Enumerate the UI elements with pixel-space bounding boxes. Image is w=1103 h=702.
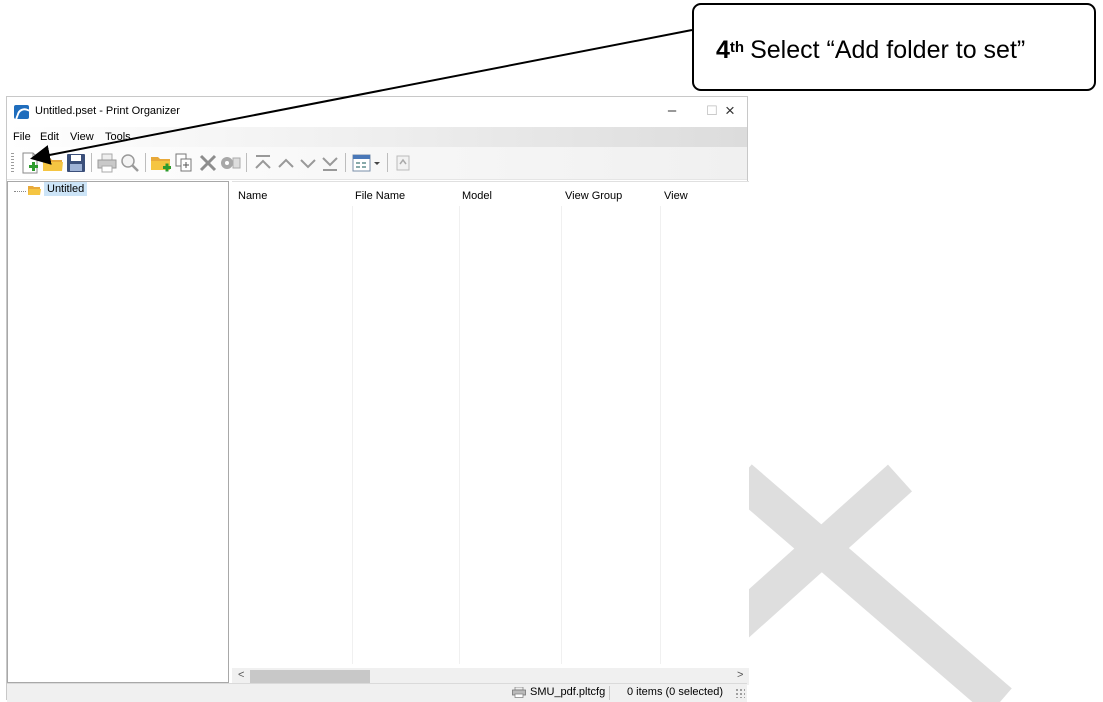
- toolbar-separator: [246, 153, 247, 172]
- move-up-icon[interactable]: [275, 152, 297, 174]
- instruction-callout: 4th Select “Add folder to set”: [692, 3, 1096, 91]
- delete-icon[interactable]: [197, 152, 219, 174]
- toolbar-separator: [387, 153, 388, 172]
- column-file-name[interactable]: File Name: [355, 190, 405, 202]
- new-set-icon[interactable]: [19, 152, 41, 174]
- open-icon[interactable]: [42, 152, 64, 174]
- print-organizer-window: Untitled.pset - Print Organizer – ☐ × Fi…: [6, 96, 749, 702]
- close-button[interactable]: ×: [715, 101, 745, 121]
- scroll-right-button[interactable]: >: [737, 669, 743, 681]
- printer-icon: [512, 687, 526, 698]
- menu-file[interactable]: File: [13, 131, 31, 143]
- menu-view[interactable]: View: [70, 131, 94, 143]
- toolbar-separator: [345, 153, 346, 172]
- column-divider: [459, 206, 460, 664]
- display-options-icon[interactable]: [351, 152, 383, 174]
- resize-grip[interactable]: [735, 688, 745, 698]
- menu-edit[interactable]: Edit: [40, 131, 59, 143]
- print-config-label: SMU_pdf.pltcfg: [530, 686, 606, 698]
- column-model[interactable]: Model: [462, 190, 492, 202]
- menu-bar: File Edit View Tools: [7, 127, 747, 147]
- scroll-left-button[interactable]: <: [238, 669, 244, 681]
- preview-icon[interactable]: [119, 152, 141, 174]
- minimize-button[interactable]: –: [657, 101, 687, 121]
- toolbar-grip[interactable]: [11, 153, 14, 173]
- title-bar: Untitled.pset - Print Organizer – ☐ ×: [7, 97, 747, 127]
- add-files-icon[interactable]: [173, 152, 195, 174]
- callout-step-number: 4: [716, 35, 730, 64]
- tree-connector: [14, 191, 26, 192]
- properties-icon[interactable]: [219, 152, 241, 174]
- tree-pane: Untitled: [7, 181, 229, 683]
- column-divider: [352, 206, 353, 664]
- status-items-count: 0 items (0 selected): [627, 686, 723, 698]
- save-icon[interactable]: [65, 152, 87, 174]
- folder-icon: [28, 186, 41, 195]
- add-folder-icon[interactable]: [150, 152, 172, 174]
- toolbar-separator: [91, 153, 92, 172]
- status-print-config[interactable]: SMU_pdf.pltcfg: [510, 686, 611, 700]
- column-name[interactable]: Name: [238, 190, 267, 202]
- export-icon[interactable]: [392, 152, 414, 174]
- callout-text: Select “Add folder to set”: [750, 35, 1026, 64]
- callout-step-suffix: th: [729, 38, 745, 56]
- window-title: Untitled.pset - Print Organizer: [35, 105, 180, 117]
- menu-tools[interactable]: Tools: [105, 131, 131, 143]
- tree-item-untitled[interactable]: Untitled: [44, 182, 88, 196]
- column-view[interactable]: View: [664, 190, 688, 202]
- column-divider: [561, 206, 562, 664]
- toolbar: [7, 147, 747, 180]
- scroll-thumb[interactable]: [250, 670, 370, 683]
- move-top-icon[interactable]: [252, 152, 274, 174]
- move-bottom-icon[interactable]: [319, 152, 341, 174]
- list-pane: Name File Name Model View Group View < >: [232, 181, 749, 702]
- status-bar: SMU_pdf.pltcfg 0 items (0 selected): [7, 683, 747, 702]
- app-icon: [14, 105, 29, 119]
- print-icon[interactable]: [96, 152, 118, 174]
- column-divider: [660, 206, 661, 664]
- move-down-icon[interactable]: [297, 152, 319, 174]
- column-view-group[interactable]: View Group: [565, 190, 622, 202]
- toolbar-separator: [145, 153, 146, 172]
